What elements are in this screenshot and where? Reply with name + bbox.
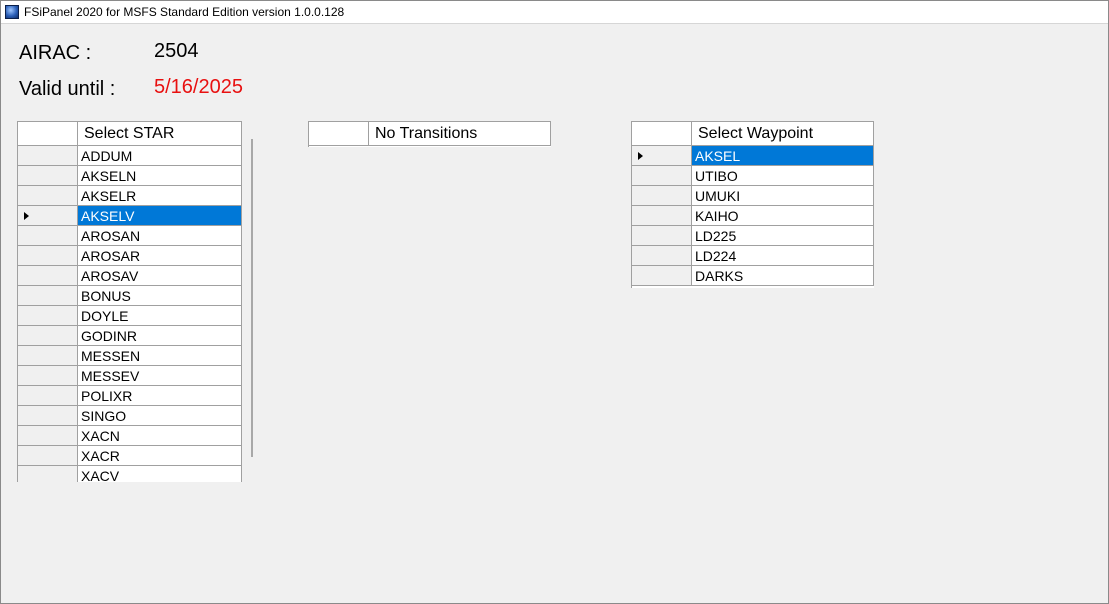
waypoint-name-cell[interactable]: AKSEL	[692, 146, 874, 166]
star-name-cell[interactable]: AKSELN	[78, 166, 242, 186]
row-header-cell[interactable]	[632, 226, 692, 246]
row-header-corner	[309, 122, 369, 146]
row-header-cell[interactable]	[18, 266, 78, 286]
row-header-cell[interactable]	[632, 266, 692, 286]
star-row[interactable]: AROSAR	[18, 246, 242, 266]
waypoint-name-cell[interactable]: LD224	[692, 246, 874, 266]
star-name-cell[interactable]: MESSEN	[78, 346, 242, 366]
current-row-arrow-icon	[638, 152, 643, 160]
airac-value: 2504	[154, 40, 199, 62]
waypoint-name-cell[interactable]: UMUKI	[692, 186, 874, 206]
row-header-cell[interactable]	[632, 206, 692, 226]
row-header-cell[interactable]	[18, 346, 78, 366]
star-name-cell[interactable]: AKSELR	[78, 186, 242, 206]
star-row[interactable]: BONUS	[18, 286, 242, 306]
star-row[interactable]: AROSAV	[18, 266, 242, 286]
star-name-cell[interactable]: AROSAV	[78, 266, 242, 286]
row-header-cell[interactable]	[632, 246, 692, 266]
star-row[interactable]: XACR	[18, 446, 242, 466]
star-grid-scroll-edge	[251, 139, 253, 457]
app-window: FSiPanel 2020 for MSFS Standard Edition …	[0, 0, 1109, 604]
star-row[interactable]: SINGO	[18, 406, 242, 426]
star-name-cell[interactable]: XACR	[78, 446, 242, 466]
row-header-cell[interactable]	[632, 146, 692, 166]
row-header-cell[interactable]	[18, 286, 78, 306]
star-row[interactable]: AKSELN	[18, 166, 242, 186]
title-bar[interactable]: FSiPanel 2020 for MSFS Standard Edition …	[1, 1, 1108, 24]
star-row[interactable]: AROSAN	[18, 226, 242, 246]
star-grid-rows: ADDUM AKSELN AKSELR AKSELV AROSAN AROSAR AROSA…	[18, 146, 242, 482]
star-row[interactable]: POLIXR	[18, 386, 242, 406]
row-header-cell[interactable]	[18, 446, 78, 466]
waypoint-grid-header: Select Waypoint	[632, 122, 874, 146]
star-name-cell[interactable]: AROSAR	[78, 246, 242, 266]
row-header-cell[interactable]	[18, 146, 78, 166]
row-header-cell[interactable]	[18, 226, 78, 246]
star-grid[interactable]: Select STAR ADDUM AKSELN AKSELR AKSELV AROSA…	[17, 121, 242, 482]
star-row[interactable]: DOYLE	[18, 306, 242, 326]
waypoint-row[interactable]: KAIHO	[632, 206, 874, 226]
waypoint-row[interactable]: UMUKI	[632, 186, 874, 206]
star-name-cell[interactable]: XACV	[78, 466, 242, 482]
star-name-cell[interactable]: DOYLE	[78, 306, 242, 326]
fsipanel-app-icon	[5, 5, 19, 19]
row-header-cell[interactable]	[18, 466, 78, 482]
waypoint-row[interactable]: DARKS	[632, 266, 874, 286]
star-name-cell[interactable]: MESSEV	[78, 366, 242, 386]
transition-grid[interactable]: No Transitions	[308, 121, 551, 147]
row-header-cell[interactable]	[18, 206, 78, 226]
row-header-cell[interactable]	[18, 306, 78, 326]
star-name-cell[interactable]: AROSAN	[78, 226, 242, 246]
waypoint-row[interactable]: AKSEL	[632, 146, 874, 166]
waypoint-grid[interactable]: Select Waypoint AKSEL UTIBO UMUKI KAIHO LD22…	[631, 121, 874, 288]
row-header-cell[interactable]	[18, 386, 78, 406]
waypoint-name-cell[interactable]: KAIHO	[692, 206, 874, 226]
row-header-cell[interactable]	[18, 246, 78, 266]
transition-column-header[interactable]: No Transitions	[369, 122, 551, 146]
row-header-cell[interactable]	[18, 326, 78, 346]
star-name-cell[interactable]: GODINR	[78, 326, 242, 346]
window-title: FSiPanel 2020 for MSFS Standard Edition …	[24, 5, 345, 19]
row-header-corner	[632, 122, 692, 146]
star-row[interactable]: MESSEN	[18, 346, 242, 366]
valid-until-label: Valid until :	[19, 78, 116, 100]
waypoint-row[interactable]: UTIBO	[632, 166, 874, 186]
row-header-cell[interactable]	[18, 426, 78, 446]
row-header-cell[interactable]	[632, 186, 692, 206]
star-row[interactable]: XACV	[18, 466, 242, 482]
airac-label: AIRAC :	[19, 42, 92, 64]
row-header-corner	[18, 122, 78, 146]
waypoint-row[interactable]: LD225	[632, 226, 874, 246]
star-name-cell[interactable]: AKSELV	[78, 206, 242, 226]
star-column-header[interactable]: Select STAR	[78, 122, 242, 146]
waypoint-name-cell[interactable]: UTIBO	[692, 166, 874, 186]
star-row[interactable]: AKSELV	[18, 206, 242, 226]
waypoint-column-header[interactable]: Select Waypoint	[692, 122, 874, 146]
star-row[interactable]: ADDUM	[18, 146, 242, 166]
star-name-cell[interactable]: SINGO	[78, 406, 242, 426]
transition-grid-header: No Transitions	[309, 122, 551, 146]
row-header-cell[interactable]	[18, 186, 78, 206]
star-name-cell[interactable]: XACN	[78, 426, 242, 446]
star-name-cell[interactable]: POLIXR	[78, 386, 242, 406]
star-name-cell[interactable]: ADDUM	[78, 146, 242, 166]
star-row[interactable]: AKSELR	[18, 186, 242, 206]
row-header-cell[interactable]	[18, 366, 78, 386]
waypoint-name-cell[interactable]: LD225	[692, 226, 874, 246]
waypoint-row[interactable]: LD224	[632, 246, 874, 266]
star-row[interactable]: XACN	[18, 426, 242, 446]
star-row[interactable]: MESSEV	[18, 366, 242, 386]
valid-until-value: 5/16/2025	[154, 76, 243, 98]
row-header-cell[interactable]	[18, 406, 78, 426]
row-header-cell[interactable]	[18, 166, 78, 186]
star-name-cell[interactable]: BONUS	[78, 286, 242, 306]
star-row[interactable]: GODINR	[18, 326, 242, 346]
waypoint-name-cell[interactable]: DARKS	[692, 266, 874, 286]
row-header-cell[interactable]	[632, 166, 692, 186]
current-row-arrow-icon	[24, 212, 29, 220]
waypoint-grid-rows: AKSEL UTIBO UMUKI KAIHO LD225 LD224 DARKS	[632, 146, 874, 286]
star-grid-header: Select STAR	[18, 122, 242, 146]
